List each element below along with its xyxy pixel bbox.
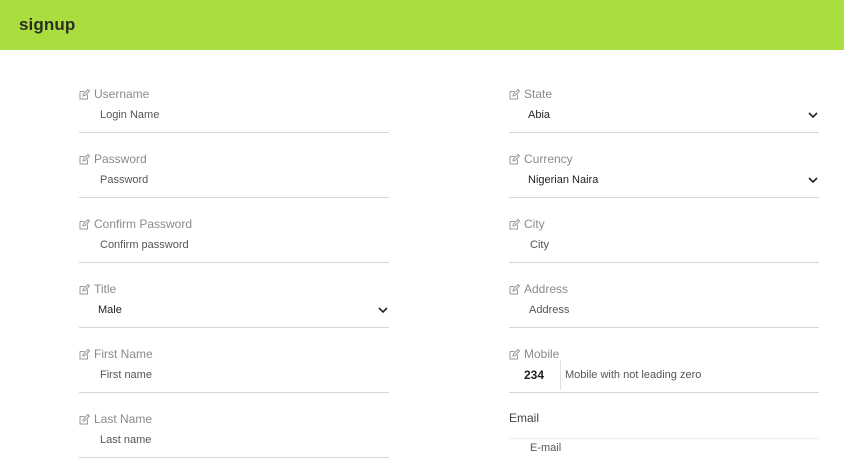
state-select[interactable]: Abia bbox=[509, 103, 819, 127]
title-field: Title Male bbox=[79, 281, 389, 346]
chevron-down-icon[interactable] bbox=[378, 305, 388, 315]
mobile-label: Mobile bbox=[509, 346, 559, 362]
email-label: Email bbox=[509, 411, 540, 425]
last-name-input[interactable]: Last name bbox=[79, 428, 389, 452]
title-select[interactable]: Male bbox=[79, 298, 389, 322]
currency-select[interactable]: Nigerian Naira bbox=[509, 168, 819, 192]
confirm-password-input[interactable]: Confirm password bbox=[79, 233, 389, 257]
state-selected-value: Abia bbox=[528, 109, 551, 121]
mobile-underline bbox=[509, 392, 819, 393]
edit-icon bbox=[509, 218, 520, 230]
currency-underline bbox=[509, 197, 819, 198]
state-field: State Abia bbox=[509, 86, 819, 151]
password-underline bbox=[79, 197, 389, 198]
confirm-password-label: Confirm Password bbox=[79, 216, 192, 232]
title-selected-value: Male bbox=[98, 304, 122, 316]
title-underline bbox=[79, 327, 389, 328]
confirm-password-underline bbox=[79, 262, 389, 263]
email-field: Email E-mail bbox=[509, 410, 819, 475]
country-code-divider bbox=[560, 360, 561, 390]
city-placeholder: City bbox=[530, 239, 549, 251]
username-label: Username bbox=[79, 86, 149, 102]
state-label: State bbox=[509, 86, 552, 102]
confirm-password-placeholder: Confirm password bbox=[100, 239, 189, 251]
last-name-underline bbox=[79, 457, 389, 458]
email-placeholder: E-mail bbox=[530, 442, 562, 454]
chevron-down-icon[interactable] bbox=[808, 175, 818, 185]
mobile-field: Mobile 234 Mobile with not leading zero bbox=[509, 346, 819, 411]
edit-icon bbox=[509, 283, 520, 295]
password-placeholder: Password bbox=[100, 174, 149, 186]
first-name-input[interactable]: First name bbox=[79, 363, 389, 387]
address-underline bbox=[509, 327, 819, 328]
first-name-label: First Name bbox=[79, 346, 153, 362]
edit-icon bbox=[509, 153, 520, 165]
state-underline bbox=[509, 132, 819, 133]
currency-field: Currency Nigerian Naira bbox=[509, 151, 819, 216]
username-field: Username Login Name bbox=[79, 86, 389, 151]
mobile-input-group: 234 Mobile with not leading zero bbox=[509, 360, 819, 390]
address-field: Address Address bbox=[509, 281, 819, 346]
edit-icon bbox=[79, 218, 90, 230]
username-input[interactable]: Login Name bbox=[79, 103, 389, 127]
password-input[interactable]: Password bbox=[79, 168, 389, 192]
address-label: Address bbox=[509, 281, 568, 297]
first-name-underline bbox=[79, 392, 389, 393]
edit-icon bbox=[79, 153, 90, 165]
address-placeholder: Address bbox=[529, 304, 570, 316]
city-label: City bbox=[509, 216, 545, 232]
password-field: Password Password bbox=[79, 151, 389, 216]
mobile-input[interactable]: Mobile with not leading zero bbox=[565, 369, 701, 381]
title-label: Title bbox=[79, 281, 116, 297]
last-name-field: Last Name Last name bbox=[79, 411, 389, 476]
country-code: 234 bbox=[524, 368, 545, 382]
city-underline bbox=[509, 262, 819, 263]
edit-icon bbox=[79, 88, 90, 100]
first-name-field: First Name First name bbox=[79, 346, 389, 411]
currency-selected-value: Nigerian Naira bbox=[528, 174, 599, 186]
page-title: signup bbox=[19, 15, 76, 34]
edit-icon bbox=[509, 348, 520, 360]
email-input[interactable]: E-mail bbox=[509, 436, 819, 460]
first-name-placeholder: First name bbox=[100, 369, 152, 381]
city-field: City City bbox=[509, 216, 819, 281]
edit-icon bbox=[509, 88, 520, 100]
username-underline bbox=[79, 132, 389, 133]
username-placeholder: Login Name bbox=[100, 109, 160, 121]
chevron-down-icon[interactable] bbox=[808, 110, 818, 120]
city-input[interactable]: City bbox=[509, 233, 819, 257]
edit-icon bbox=[79, 283, 90, 295]
currency-label: Currency bbox=[509, 151, 573, 167]
address-input[interactable]: Address bbox=[509, 298, 819, 322]
last-name-label: Last Name bbox=[79, 411, 152, 427]
app-header: signup bbox=[0, 0, 844, 50]
edit-icon bbox=[79, 348, 90, 360]
password-label: Password bbox=[79, 151, 147, 167]
edit-icon bbox=[79, 413, 90, 425]
last-name-placeholder: Last name bbox=[100, 434, 152, 446]
confirm-password-field: Confirm Password Confirm password bbox=[79, 216, 389, 281]
